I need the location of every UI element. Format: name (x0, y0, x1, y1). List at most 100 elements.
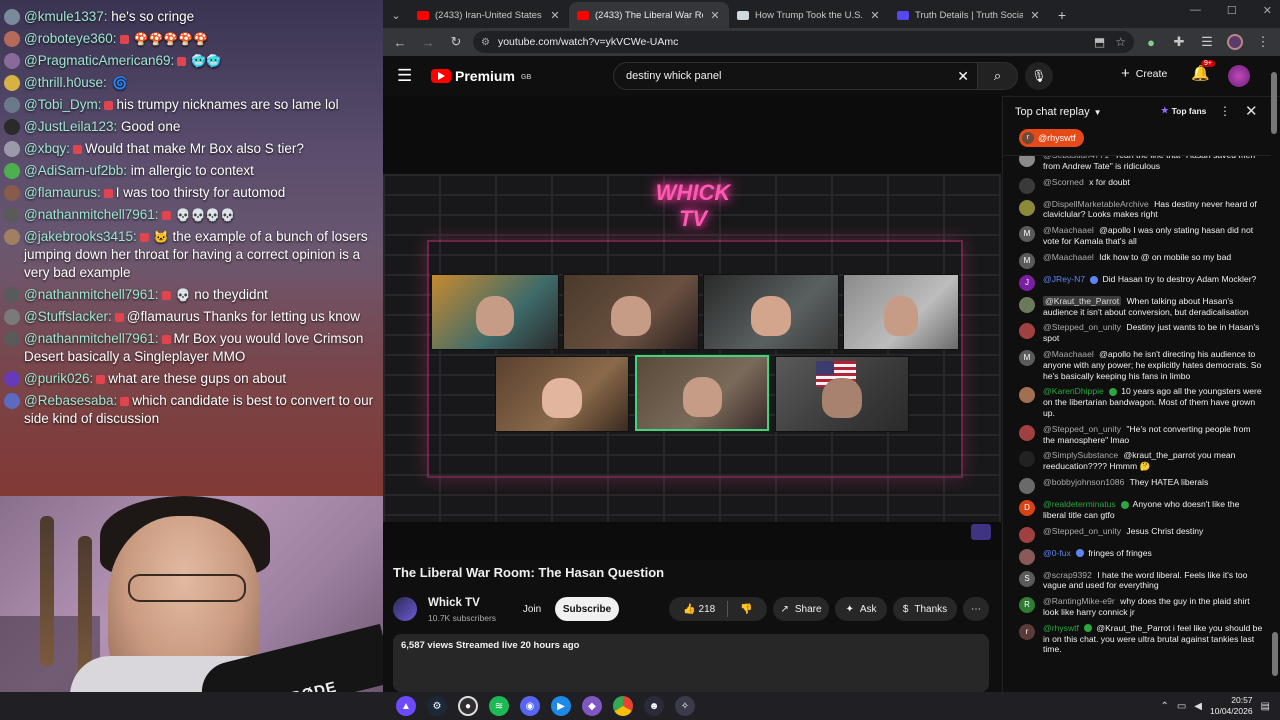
notification-center-icon[interactable]: ▤ (1261, 701, 1270, 712)
thanks-button[interactable]: $ Thanks (893, 597, 957, 621)
chat-message[interactable]: @Stepped_on_unity Destiny just wants to … (1003, 322, 1271, 344)
create-button[interactable]: + Create (1121, 65, 1167, 82)
chat-message[interactable]: @DispellMarketableArchive Has destiny ne… (1003, 199, 1271, 221)
avatar[interactable] (1019, 424, 1035, 441)
minimize-icon[interactable]: — (1190, 4, 1201, 17)
chat-author[interactable]: @RantingMike-e9r (1043, 596, 1115, 606)
avatar[interactable] (1019, 156, 1035, 167)
video-player[interactable]: WHICK TV (383, 96, 1001, 560)
tab-search-icon[interactable]: ⌄ (383, 2, 409, 28)
tray-expand-icon[interactable]: ⌃ (1160, 701, 1168, 712)
search-button[interactable]: ⌕ (978, 62, 1018, 90)
browser-tab[interactable]: How Trump Took the U.S. to War ✕ (729, 2, 889, 28)
close-chat-icon[interactable]: ✕ (1245, 102, 1258, 120)
chat-author[interactable]: @Sebastian4771 (1043, 156, 1109, 160)
chat-author[interactable]: @SimplySubstance (1043, 450, 1118, 460)
site-info-icon[interactable]: ⚙ (481, 37, 490, 48)
page-scrollbar[interactable] (1270, 72, 1278, 684)
chat-message[interactable]: @Stepped_on_unity Jesus Christ destiny (1003, 526, 1271, 543)
app-icon[interactable]: ▶ (551, 696, 571, 716)
more-actions-icon[interactable]: ⋯ (963, 597, 989, 621)
chat-author[interactable]: @Stepped_on_unity (1043, 322, 1121, 332)
chat-author[interactable]: @KarenDhippie (1043, 386, 1104, 396)
pinned-user-chip[interactable]: r @rhyswtf (1019, 129, 1084, 147)
chat-author[interactable]: @bobbyjohnson1086 (1043, 477, 1124, 487)
like-button[interactable]: 👍 218 (683, 604, 715, 615)
ask-button[interactable]: ✦ Ask (835, 597, 887, 621)
chat-more-icon[interactable]: ⋮ (1219, 104, 1231, 118)
chat-author[interactable]: @realdeterminatus (1043, 499, 1116, 509)
youtube-logo[interactable]: Premium GB (431, 68, 531, 84)
chat-author[interactable]: @Maachaael (1043, 349, 1094, 359)
clock[interactable]: 20:57 10/04/2026 (1210, 695, 1253, 717)
reload-icon[interactable]: ↻ (445, 31, 467, 53)
avatar[interactable] (1019, 526, 1035, 543)
maximize-icon[interactable]: ☐ (1227, 4, 1237, 17)
chat-author[interactable]: @Kraut_the_Parrot (1043, 295, 1122, 306)
channel-watermark[interactable] (971, 524, 991, 540)
extension-icon[interactable]: ● (1140, 31, 1162, 53)
avatar[interactable] (1019, 548, 1035, 565)
chat-message[interactable]: @SimplySubstance @kraut_the_parrot you m… (1003, 450, 1271, 472)
back-icon[interactable]: ← (389, 31, 411, 53)
chat-author[interactable]: @Stepped_on_unity (1043, 424, 1121, 434)
tab-close-icon[interactable]: ✕ (1029, 9, 1041, 22)
browser-tab[interactable]: Truth Details | Truth Social ✕ (889, 2, 1049, 28)
forward-icon[interactable]: → (417, 31, 439, 53)
chat-message-list[interactable]: @Sebastian4771 Yeah the line that "Hasan… (1003, 155, 1271, 691)
avatar[interactable] (1019, 323, 1035, 340)
chat-message[interactable]: @Kraut_the_Parrot When talking about Has… (1003, 295, 1271, 318)
voice-search-icon[interactable]: 🎙 (1025, 62, 1053, 90)
avatar[interactable]: R (1019, 597, 1035, 614)
chat-author[interactable]: @Scorned (1043, 177, 1084, 187)
chat-message[interactable]: S @scrap9392 I hate the word liberal. Fee… (1003, 570, 1271, 592)
chat-message[interactable]: M @Maachaael @apollo he isn't directing h… (1003, 349, 1271, 381)
avatar[interactable]: S (1019, 570, 1035, 587)
app-purple-icon[interactable]: ◆ (582, 696, 602, 716)
notifications-bell-icon[interactable]: 🔔 9+ (1191, 60, 1215, 82)
avatar[interactable]: M (1019, 349, 1035, 366)
chat-author[interactable]: @Maachaael (1043, 225, 1094, 235)
chat-message[interactable]: r @rhyswtf @Kraut_the_Parrot i feel like … (1003, 623, 1271, 655)
reading-list-icon[interactable]: ☰ (1196, 31, 1218, 53)
tab-close-icon[interactable]: ✕ (869, 9, 881, 22)
avatar[interactable]: J (1019, 274, 1035, 291)
avatar[interactable] (1019, 199, 1035, 216)
description-box[interactable]: 6,587 views Streamed live 20 hours ago (393, 634, 989, 692)
account-avatar[interactable] (1228, 65, 1250, 87)
chat-message[interactable]: @KarenDhippie 10 years ago all the young… (1003, 386, 1271, 418)
avatar[interactable]: M (1019, 252, 1035, 269)
chat-author[interactable]: @scrap9392 (1043, 570, 1092, 580)
proton-vpn-icon[interactable]: ▲ (396, 696, 416, 716)
avatar[interactable] (1019, 451, 1035, 468)
address-bar[interactable]: ⚙ youtube.com/watch?v=ykVCWe-UAmc ⬒ ☆ (473, 31, 1134, 53)
chat-message[interactable]: @0-fux fringes of fringes (1003, 548, 1271, 565)
browser-tab[interactable]: (2433) The Liberal War Room: Th ✕ (569, 2, 729, 28)
bookmark-star-icon[interactable]: ☆ (1115, 35, 1126, 49)
chat-message[interactable]: @Sebastian4771 Yeah the line that "Hasan… (1003, 156, 1271, 172)
hamburger-menu-icon[interactable]: ☰ (397, 66, 419, 86)
avatar[interactable]: M (1019, 226, 1035, 243)
chat-message[interactable]: J @JRey-N7 Did Hasan try to destroy Adam … (1003, 274, 1271, 291)
extensions-puzzle-icon[interactable]: ✚ (1168, 31, 1190, 53)
window-close-icon[interactable]: ✕ (1263, 4, 1272, 17)
avatar[interactable] (1019, 387, 1035, 404)
search-input[interactable]: destiny whick panel ✕ (613, 62, 978, 90)
chat-author[interactable]: @DispellMarketableArchive (1043, 199, 1149, 209)
discord-icon[interactable]: ◉ (520, 696, 540, 716)
chat-message[interactable]: M @Maachaael Idk how to @ on mobile so my… (1003, 252, 1271, 269)
clear-search-icon[interactable]: ✕ (957, 68, 969, 85)
chat-author[interactable]: @JRey-N7 (1043, 274, 1085, 284)
chat-mode-dropdown[interactable]: Top chat replay ▼ (1015, 106, 1102, 118)
chat-author[interactable]: @rhyswtf (1043, 623, 1079, 633)
chat-message[interactable]: @Stepped_on_unity "He's not converting p… (1003, 424, 1271, 446)
app-alien-icon[interactable]: ☻ (644, 696, 664, 716)
channel-name[interactable]: Whick TV (428, 597, 480, 609)
chat-author[interactable]: @0-fux (1043, 548, 1071, 558)
profile-icon[interactable] (1224, 31, 1246, 53)
tab-close-icon[interactable]: ✕ (709, 9, 721, 22)
browser-menu-icon[interactable]: ⋮ (1252, 31, 1274, 53)
spotify-icon[interactable]: ≋ (489, 696, 509, 716)
avatar[interactable] (1019, 477, 1035, 494)
chat-message[interactable]: R @RantingMike-e9r why does the guy in th… (1003, 596, 1271, 618)
